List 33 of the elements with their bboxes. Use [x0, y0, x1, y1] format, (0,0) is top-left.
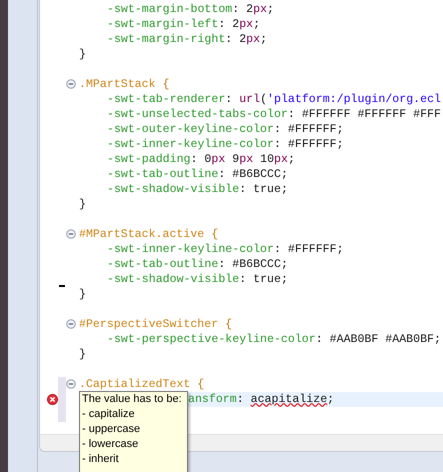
collapse-icon[interactable]	[66, 79, 76, 89]
code-line: -swt-tab-outline: #B6BCCC;	[107, 258, 288, 270]
code-line: -swt-perspective-keyline-color: #AAB0BF #AAB0BF;	[107, 332, 441, 346]
code-line: -swt-tab-renderer: url('platform:/plugin/org.ecl	[107, 92, 441, 106]
code-line: .MPartStack {	[79, 78, 170, 90]
code-line: -swt-unselected-tabs-color: #FFFFFF #FFFFFF #FFF	[107, 108, 441, 120]
collapse-icon[interactable]	[66, 379, 76, 389]
code-line: -swt-shadow-visible: true;	[107, 182, 288, 196]
tooltip-item: - capitalize	[82, 407, 136, 422]
code-line: -swt-margin-right: 2px;	[107, 32, 268, 46]
tooltip-item: - inherit	[82, 452, 120, 467]
collapse-icon[interactable]	[66, 229, 76, 239]
code-line: -swt-padding: 0px 9px 10px;	[107, 152, 295, 166]
code-line: -swt-tab-outline: #B6BCCC;	[107, 168, 288, 180]
code-line: -swt-margin-left: 2px;	[107, 18, 260, 30]
code-line: -swt-shadow-visible: true;	[107, 272, 288, 286]
tooltip-item: - lowercase	[82, 437, 140, 452]
code-line: -swt-outer-keyline-color: #FFFFFF;	[107, 122, 344, 136]
tooltip-item: - uppercase	[82, 422, 142, 437]
code-line: -swt-inner-keyline-color: #FFFFFF;	[107, 138, 344, 150]
code-line: #PerspectiveSwitcher {	[79, 318, 232, 330]
code-line: ansform: acapitalize;	[188, 392, 334, 406]
code-line: #MPartStack.active {	[79, 228, 218, 240]
code-line: -swt-inner-keyline-color: #FFFFFF;	[107, 242, 344, 256]
code-line: }	[79, 198, 86, 210]
code-line: }	[79, 48, 86, 60]
code-line: -swt-margin-bottom: 2px;	[107, 2, 274, 16]
code-line: .CaptializedText {	[79, 378, 204, 390]
code-line: }	[79, 288, 86, 300]
code-line: }	[79, 348, 86, 360]
tooltip-title: The value has to be:	[82, 392, 183, 407]
error-icon	[46, 394, 58, 404]
collapse-icon[interactable]	[66, 319, 76, 329]
